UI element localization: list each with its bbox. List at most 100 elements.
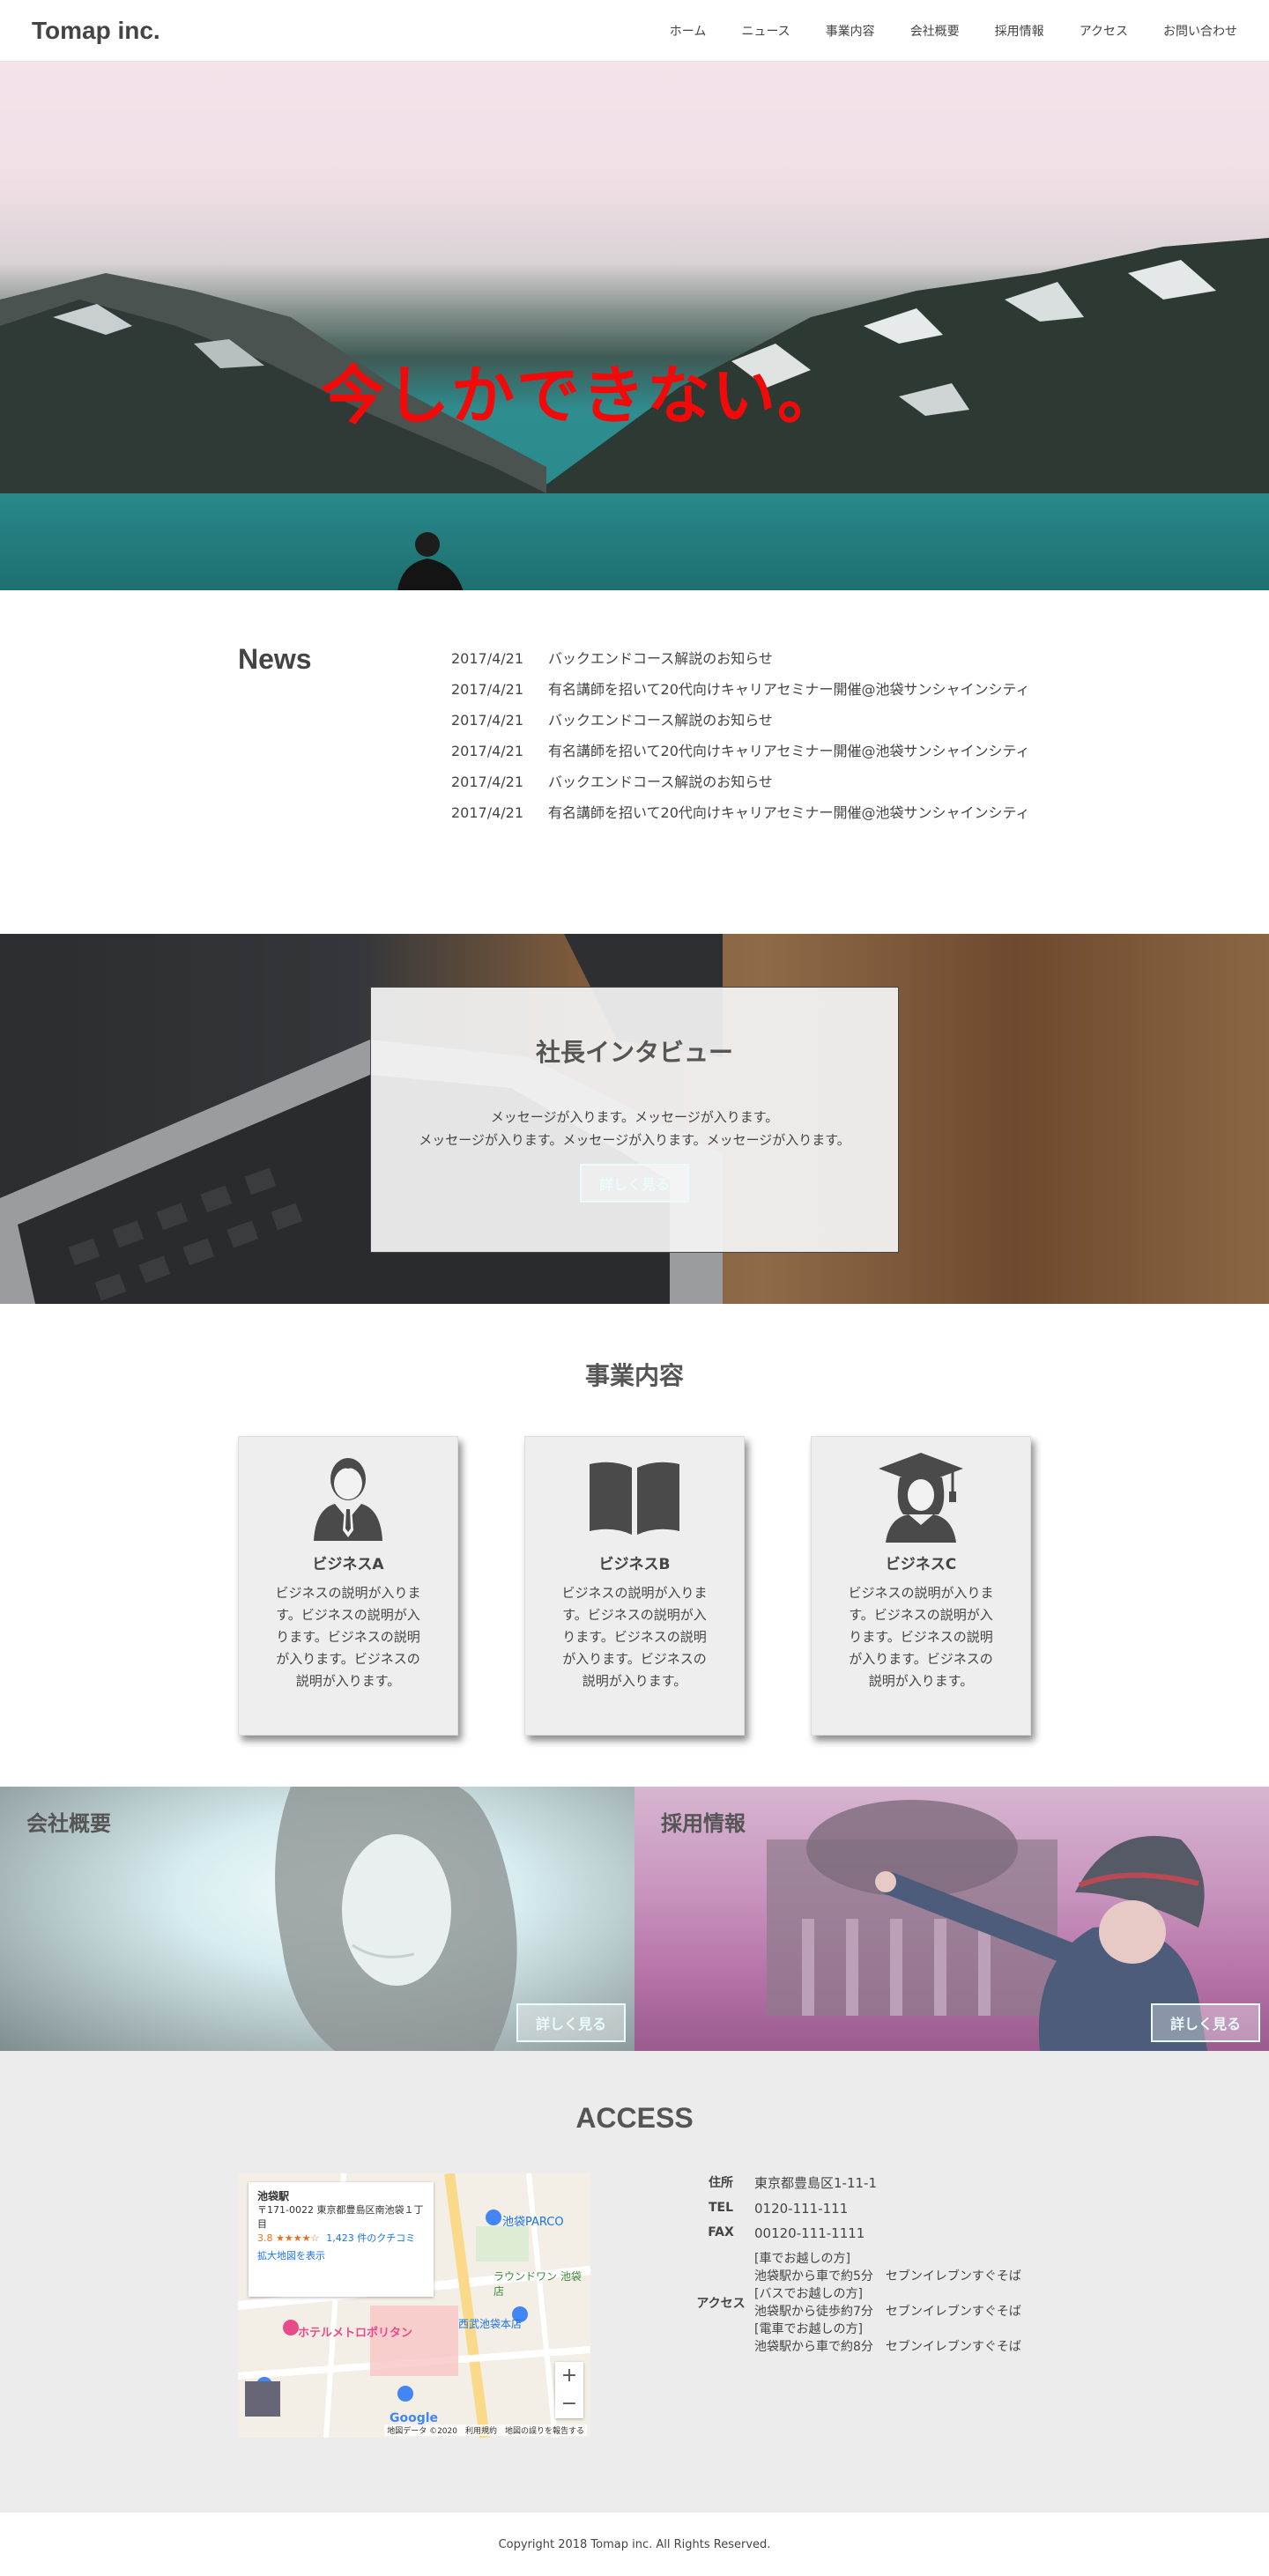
graduate-icon (812, 1453, 1030, 1543)
route-line: [車でお越しの方] (754, 2252, 850, 2266)
map-rating: 3.8 ★★★★☆ (257, 2232, 320, 2244)
news-item[interactable]: 2017/4/21 バックエンドコース解説のお知らせ (451, 705, 1030, 736)
person-silhouette-image (397, 532, 464, 590)
access-body: 池袋PARCO ラウンドワン 池袋店 西武池袋本店 ホテルメトロポリタン 池袋駅… (0, 2173, 1269, 2438)
news-date: 2017/4/21 (451, 712, 524, 729)
business-card-b[interactable]: ビジネスB ビジネスの説明が入ります。ビジネスの説明が入ります。ビジネスの説明が… (524, 1436, 745, 1736)
business-cards: ビジネスA ビジネスの説明が入ります。ビジネスの説明が入ります。ビジネスの説明が… (0, 1436, 1269, 1736)
access-heading: ACCESS (575, 2102, 694, 2134)
news-date: 2017/4/21 (451, 650, 524, 667)
tel-value[interactable]: 0120-111-111 (754, 2201, 848, 2217)
business-heading: 事業内容 (584, 1361, 684, 1390)
nav-contact[interactable]: お問い合わせ (1163, 22, 1237, 40)
news-text: 有名講師を招いて20代向けキャリアセミナー開催@池袋サンシャインシティ (548, 681, 1030, 698)
news-text: 有名講師を招いて20代向けキャリアセミナー開催@池袋サンシャインシティ (548, 804, 1030, 821)
site-footer: Copyright 2018 Tomap inc. All Rights Res… (0, 2513, 1269, 2576)
recruit-panel-title: 採用情報 (661, 1811, 746, 1836)
news-text: 有名講師を招いて20代向けキャリアセミナー開催@池袋サンシャインシティ (548, 743, 1030, 759)
route-list: [車でお越しの方] 池袋駅から車で約5分 セブンイレブンすぐそば [バスでお越し… (754, 2250, 1021, 2356)
hero-section: 今しかできない。 (0, 62, 1269, 590)
business-card-c[interactable]: ビジネスC ビジネスの説明が入ります。ビジネスの説明が入ります。ビジネスの説明が… (811, 1436, 1031, 1736)
news-text: バックエンドコース解説のお知らせ (548, 712, 773, 729)
map-footer: 地図データ ©2020 利用規約 地図の誤りを報告する (384, 2424, 587, 2436)
nav-recruit[interactable]: 採用情報 (995, 22, 1044, 40)
interview-more-button[interactable]: 詳しく見る (579, 1164, 689, 1203)
recruit-more-button[interactable]: 詳しく見る (1150, 2003, 1260, 2042)
map-reviews-link[interactable]: 1,423 件のクチコミ (326, 2232, 415, 2244)
zoom-out-button[interactable]: − (555, 2390, 583, 2418)
interview-title: 社長インタビュー (535, 1038, 733, 1067)
route-line: [電車でお越しの方] (754, 2322, 863, 2336)
zoom-in-button[interactable]: + (555, 2362, 583, 2390)
map-place-address: 〒171-0022 東京都豊島区南池袋１丁目 (257, 2204, 424, 2230)
nav-business[interactable]: 事業内容 (826, 22, 875, 40)
nav-news[interactable]: ニュース (741, 22, 790, 40)
address-value: 東京都豊島区1-11-1 (754, 2175, 877, 2191)
news-item[interactable]: 2017/4/21 有名講師を招いて20代向けキャリアセミナー開催@池袋サンシャイ… (451, 797, 1030, 828)
copyright-text: Copyright 2018 Tomap inc. All Rights Res… (498, 2537, 771, 2551)
main-nav: ホーム ニュース 事業内容 会社概要 採用情報 アクセス お問い合わせ (634, 22, 1237, 40)
business-card-a[interactable]: ビジネスA ビジネスの説明が入ります。ビジネスの説明が入ります。ビジネスの説明が… (238, 1436, 458, 1736)
news-section: News 2017/4/21 バックエンドコース解説のお知らせ 2017/4/21… (0, 590, 1269, 934)
business-card-text: ビジネスの説明が入ります。ビジネスの説明が入ります。ビジネスの説明が入ります。ビ… (275, 1585, 421, 1689)
access-info: 住所 東京都豊島区1-11-1 TEL 0120-111-111 FAX 001… (696, 2173, 1021, 2438)
interview-message: メッセージが入ります。メッセージが入ります。 メッセージが入ります。メッセージが入… (371, 1106, 898, 1151)
fax-value: 00120-111-1111 (754, 2225, 865, 2241)
businessman-icon (239, 1453, 457, 1541)
route-line: 池袋駅から車で約5分 セブンイレブンすぐそば (754, 2269, 1021, 2284)
news-heading: News (238, 643, 312, 675)
map-place-name: 池袋駅 (257, 2190, 290, 2202)
news-date: 2017/4/21 (451, 774, 524, 790)
news-date: 2017/4/21 (451, 681, 524, 698)
address-row: 住所 東京都豊島区1-11-1 (696, 2173, 1021, 2192)
nav-access[interactable]: アクセス (1080, 22, 1128, 40)
recruit-panel[interactable]: 採用情報 詳しく見る (634, 1787, 1269, 2051)
map-label: ホテルメトロポリタン (298, 2327, 413, 2340)
news-date: 2017/4/21 (451, 804, 524, 821)
news-item[interactable]: 2017/4/21 有名講師を招いて20代向けキャリアセミナー開催@池袋サンシャイ… (451, 736, 1030, 766)
business-card-text: ビジネスの説明が入ります。ビジネスの説明が入ります。ビジネスの説明が入ります。ビ… (561, 1585, 708, 1689)
nav-home[interactable]: ホーム (670, 22, 707, 40)
tel-row: TEL 0120-111-111 (696, 2201, 1021, 2217)
fax-row: FAX 00120-111-1111 (696, 2225, 1021, 2241)
news-list: 2017/4/21 バックエンドコース解説のお知らせ 2017/4/21 有名講師を… (451, 643, 1030, 881)
feature-panels: 会社概要 詳しく見る 採用情報 詳しく見る (0, 1787, 1269, 2051)
news-item[interactable]: 2017/4/21 バックエンドコース解説のお知らせ (451, 643, 1030, 674)
business-card-text: ビジネスの説明が入ります。ビジネスの説明が入ります。ビジネスの説明が入ります。ビ… (848, 1585, 994, 1689)
business-card-title: ビジネスB (598, 1556, 671, 1573)
nav-company[interactable]: 会社概要 (910, 22, 960, 40)
route-line: 池袋駅から車で約8分 セブンイレブンすぐそば (754, 2340, 1021, 2354)
company-more-button[interactable]: 詳しく見る (516, 2003, 626, 2042)
news-text: バックエンドコース解説のお知らせ (548, 774, 773, 790)
interview-line-1: メッセージが入ります。メッセージが入ります。 (490, 1109, 779, 1125)
map-zoom-control: + − (555, 2362, 583, 2418)
fax-label: FAX (708, 2225, 734, 2239)
map-label: ラウンドワン 池袋店 (494, 2270, 582, 2298)
route-line: [バスでお越しの方] (754, 2287, 863, 2301)
google-logo: Google (390, 2411, 439, 2425)
route-row: アクセス [車でお越しの方] 池袋駅から車で約5分 セブンイレブンすぐそば [バ… (696, 2250, 1021, 2356)
route-line: 池袋駅から徒歩約7分 セブンイレブンすぐそば (754, 2305, 1021, 2319)
access-section: ACCESS 池袋PARCO ラウンドワン 池袋店 西武池袋本店 ホテルメトロポ… (0, 2051, 1269, 2513)
hero-title: 今しかできない。 (320, 359, 842, 433)
company-panel[interactable]: 会社概要 詳しく見る (0, 1787, 634, 2051)
site-logo[interactable]: Tomap inc. (32, 17, 160, 45)
map-label: 西武池袋本店 (458, 2318, 523, 2330)
address-label: 住所 (709, 2176, 733, 2190)
business-card-title: ビジネスC (885, 1556, 957, 1573)
map-place-card: 池袋駅 〒171-0022 東京都豊島区南池袋１丁目 3.8 ★★★★☆ 1,42… (249, 2182, 434, 2297)
business-card-title: ビジネスA (312, 1556, 384, 1573)
book-icon (525, 1453, 744, 1541)
news-text: バックエンドコース解説のお知らせ (548, 650, 773, 667)
news-date: 2017/4/21 (451, 743, 524, 759)
interview-card: 社長インタビュー メッセージが入ります。メッセージが入ります。 メッセージが入りま… (370, 987, 899, 1253)
business-section: 事業内容 ビジネスA ビジネスの説明が入ります。ビジネスの説明が入ります。ビジネ… (0, 1304, 1269, 1787)
company-panel-title: 会社概要 (26, 1811, 111, 1836)
site-header: Tomap inc. ホーム ニュース 事業内容 会社概要 採用情報 アクセス … (0, 0, 1269, 62)
interview-section: 社長インタビュー メッセージが入ります。メッセージが入ります。 メッセージが入りま… (0, 934, 1269, 1304)
news-item[interactable]: 2017/4/21 有名講師を招いて20代向けキャリアセミナー開催@池袋サンシャイ… (451, 674, 1030, 705)
google-map[interactable]: 池袋PARCO ラウンドワン 池袋店 西武池袋本店 ホテルメトロポリタン 池袋駅… (238, 2173, 590, 2438)
map-enlarge-link[interactable]: 拡大地図を表示 (257, 2249, 425, 2263)
news-item[interactable]: 2017/4/21 バックエンドコース解説のお知らせ (451, 766, 1030, 797)
access-label: アクセス (696, 2297, 746, 2311)
